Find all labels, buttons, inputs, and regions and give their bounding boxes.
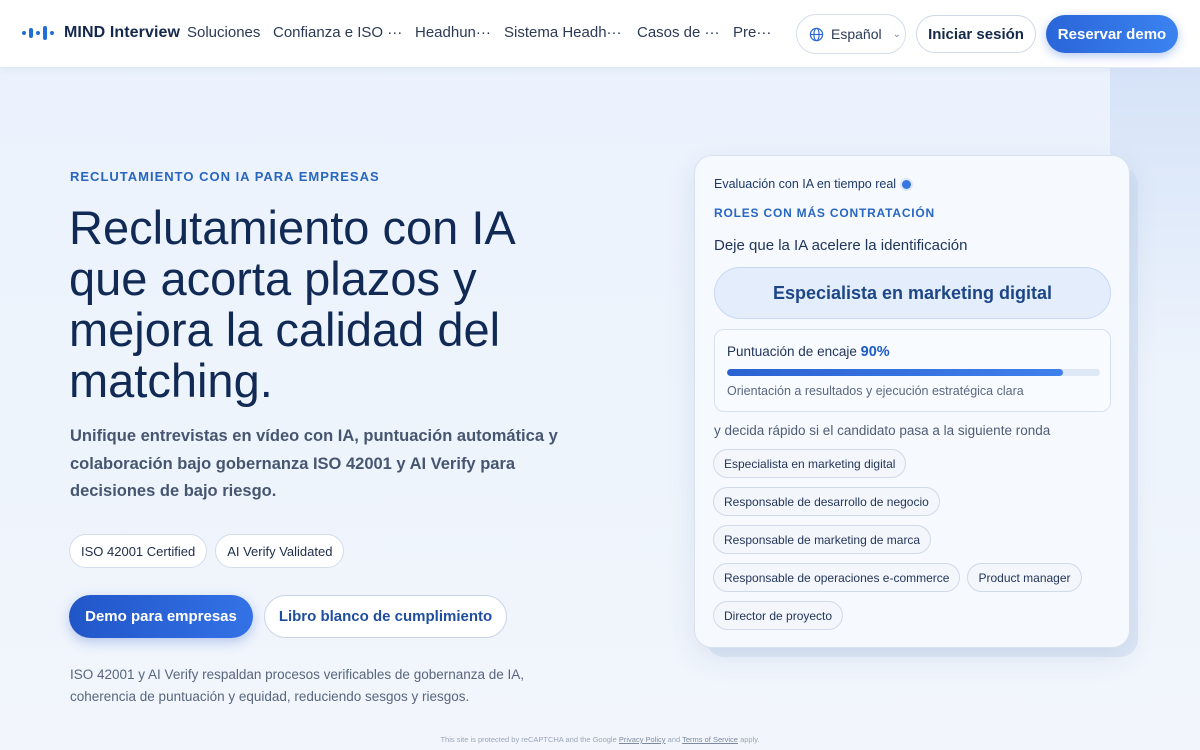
nav-item-6[interactable]: Pre···	[733, 24, 783, 41]
hero-eyebrow: RECLUTAMIENTO CON IA PARA EMPRESAS	[70, 169, 380, 184]
main-nav: Soluciones Confianza e ISO ··· Headhun··· S…	[187, 24, 783, 41]
role-chip[interactable]: Director de proyecto	[713, 601, 844, 630]
role-chip[interactable]: Responsable de marketing de marca	[713, 525, 932, 554]
enterprise-demo-button[interactable]: Demo para empresas	[69, 595, 253, 638]
login-button[interactable]: Iniciar sesión	[916, 15, 1036, 53]
language-selector[interactable]: Español ⌄	[796, 14, 906, 54]
privacy-policy-link[interactable]: Privacy Policy	[619, 735, 666, 744]
chevron-down-icon: ⌄	[892, 28, 901, 40]
nav-item-3[interactable]: Headhun···	[415, 24, 504, 41]
card-tail-text: y decida rápido si el candidato pasa a l…	[714, 423, 1051, 438]
terms-of-service-link[interactable]: Terms of Service	[682, 735, 738, 744]
logo-text: MIND Interview	[64, 24, 181, 41]
top-navbar: MIND Interview Soluciones Confianza e ISO…	[0, 0, 1200, 68]
fit-score-bar-fill	[727, 369, 1063, 376]
fit-score-box: Puntuación de encaje 90% Orientación a r…	[714, 329, 1111, 412]
fit-score-label: Puntuación de encaje 90%	[727, 344, 890, 360]
hero-subtitle: Unifique entrevistas en vídeo con IA, pu…	[70, 427, 558, 500]
nav-item-2[interactable]: Confianza e ISO ···	[273, 24, 415, 41]
badge-iso-42001: ISO 42001 Certified	[69, 534, 208, 568]
nav-item-4[interactable]: Sistema Headh···	[504, 24, 637, 41]
language-label: Español	[831, 26, 882, 42]
role-chip[interactable]: Product manager	[967, 563, 1082, 592]
ai-evaluation-card: Evaluación con IA en tiempo real ROLES C…	[694, 155, 1130, 648]
fit-score-bar	[727, 369, 1100, 376]
fit-score-note: Orientación a resultados y ejecución est…	[727, 384, 1024, 398]
role-chip[interactable]: Responsable de desarrollo de negocio	[713, 487, 940, 516]
globe-icon	[809, 27, 824, 41]
role-chip[interactable]: Especialista en marketing digital	[713, 449, 907, 478]
nav-item-5[interactable]: Casos de ···	[637, 24, 733, 41]
certification-badges: ISO 42001 Certified AI Verify Validated	[69, 534, 345, 568]
card-prompt: Deje que la IA acelere la identificación	[714, 237, 968, 254]
logo[interactable]: MIND Interview	[22, 24, 180, 42]
fit-score-value: 90%	[860, 344, 890, 360]
role-chips: Especialista en marketing digital Respons…	[713, 449, 1113, 630]
highlighted-role: Especialista en marketing digital	[714, 267, 1111, 319]
card-eyebrow: ROLES CON MÁS CONTRATACIÓN	[714, 206, 936, 220]
live-dot-icon	[902, 179, 912, 189]
hero-cta-row: Demo para empresas Libro blanco de cumpl…	[69, 595, 507, 638]
hero-footnote: ISO 42001 y AI Verify respaldan procesos…	[70, 667, 525, 704]
recaptcha-and: and	[667, 735, 681, 744]
hero-title: Reclutamiento con IA que acorta plazos y…	[69, 201, 514, 407]
nav-item-1[interactable]: Soluciones	[187, 24, 273, 41]
compliance-whitepaper-button[interactable]: Libro blanco de cumplimiento	[264, 595, 507, 638]
recaptcha-suffix: apply.	[740, 735, 760, 744]
logo-icon	[22, 26, 54, 40]
fit-score-label-text: Puntuación de encaje	[727, 344, 857, 359]
badge-ai-verify: AI Verify Validated	[215, 534, 345, 568]
recaptcha-prefix: This site is protected by reCAPTCHA and …	[440, 735, 617, 744]
recaptcha-notice: This site is protected by reCAPTCHA and …	[0, 735, 1200, 744]
live-evaluation-text: Evaluación con IA en tiempo real	[714, 177, 897, 191]
book-demo-button[interactable]: Reservar demo	[1046, 15, 1178, 53]
live-evaluation-label: Evaluación con IA en tiempo real	[714, 177, 912, 191]
role-chip[interactable]: Responsable de operaciones e-commerce	[713, 563, 961, 592]
